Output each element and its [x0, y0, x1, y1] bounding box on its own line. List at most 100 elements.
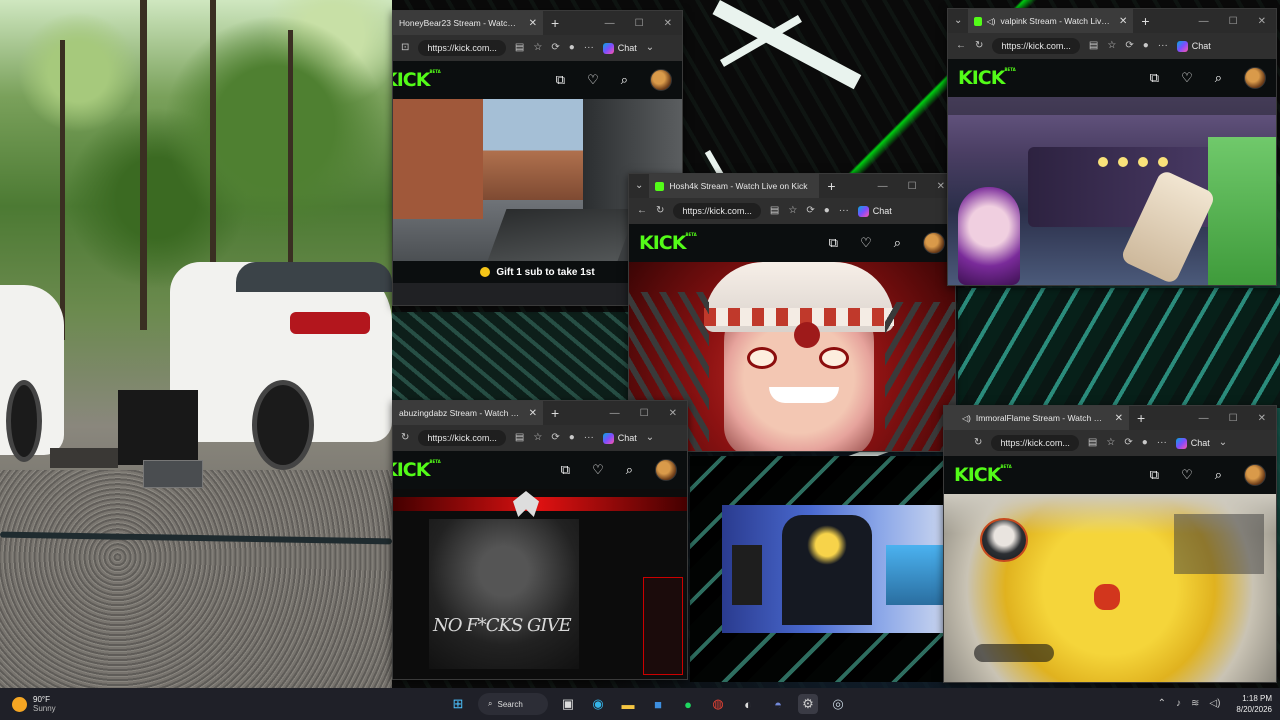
heart-icon[interactable]: ♡: [592, 462, 604, 478]
new-tab-icon[interactable]: +: [551, 405, 559, 421]
favorite-icon[interactable]: ☆: [1106, 438, 1115, 448]
maximize-icon[interactable]: ☐: [1229, 16, 1238, 27]
task-view-icon[interactable]: ▣: [558, 694, 578, 714]
new-tab-icon[interactable]: +: [827, 178, 835, 194]
chat-button[interactable]: Chat: [857, 205, 892, 217]
chevron-down-icon[interactable]: ⌄: [948, 16, 968, 26]
volume-icon[interactable]: ◁): [1209, 699, 1220, 709]
profile-icon[interactable]: ●: [824, 206, 830, 216]
heart-icon[interactable]: ♡: [587, 72, 599, 88]
minimize-icon[interactable]: —: [1199, 16, 1209, 27]
windows-start-icon[interactable]: ⊞: [448, 694, 468, 714]
favorite-icon[interactable]: ☆: [533, 43, 542, 53]
refresh-icon[interactable]: ↻: [974, 438, 982, 448]
close-tab-icon[interactable]: ✕: [529, 408, 537, 419]
maximize-icon[interactable]: ☐: [640, 408, 649, 419]
avatar[interactable]: [1244, 464, 1266, 486]
favorite-icon[interactable]: ☆: [1107, 41, 1116, 51]
heart-icon[interactable]: ♡: [1181, 467, 1193, 483]
profile-icon[interactable]: ●: [1142, 438, 1148, 448]
chat-button[interactable]: Chat: [1176, 40, 1211, 52]
refresh-icon[interactable]: ↻: [401, 433, 409, 443]
close-tab-icon[interactable]: ✕: [1115, 413, 1123, 424]
back-icon[interactable]: ←: [956, 41, 966, 51]
maximize-icon[interactable]: ☐: [908, 181, 917, 192]
browser-tab[interactable]: HoneyBear23 Stream - Watch Live on Kick …: [393, 11, 543, 35]
stream-video[interactable]: NO F*CKS GIVE: [393, 489, 687, 679]
back-icon[interactable]: ←: [637, 206, 647, 216]
obs-icon[interactable]: ◐: [738, 694, 758, 714]
more-icon[interactable]: ···: [584, 43, 594, 53]
edge-icon[interactable]: ◉: [588, 694, 608, 714]
spotify-icon[interactable]: ●: [678, 694, 698, 714]
close-window-icon[interactable]: ✕: [664, 18, 672, 29]
refresh-icon[interactable]: ↻: [975, 41, 983, 51]
close-window-icon[interactable]: ✕: [937, 181, 945, 192]
minimize-icon[interactable]: —: [1199, 413, 1209, 424]
audio-icon[interactable]: ◁): [962, 414, 971, 423]
browser-tab[interactable]: Hosh4k Stream - Watch Live on Kick: [649, 174, 820, 198]
minimize-icon[interactable]: —: [878, 181, 888, 192]
browser-tab[interactable]: ◁) valpink Stream - Watch Live on Kick ✕: [968, 9, 1134, 33]
stream-video[interactable]: [944, 494, 1276, 682]
clips-icon[interactable]: ⧉: [1150, 70, 1159, 86]
avatar[interactable]: [1244, 67, 1266, 89]
avatar[interactable]: [650, 69, 672, 91]
clips-icon[interactable]: ⧉: [556, 72, 565, 88]
profile-icon[interactable]: ●: [569, 433, 575, 443]
browser-window-valpink[interactable]: ⌄ ◁) valpink Stream - Watch Live on Kick…: [947, 8, 1277, 286]
heart-icon[interactable]: ♡: [1181, 70, 1193, 86]
reader-icon[interactable]: ▤: [515, 43, 524, 53]
extensions-icon[interactable]: ⟳: [1125, 41, 1133, 51]
stream-video[interactable]: [948, 97, 1276, 285]
url-field[interactable]: https://kick.com...: [991, 435, 1079, 451]
url-field[interactable]: https://kick.com...: [418, 430, 506, 446]
search-icon[interactable]: ⌕: [1215, 70, 1222, 86]
maximize-icon[interactable]: ☐: [635, 18, 644, 29]
chevron-up-icon[interactable]: ⌃: [1158, 699, 1166, 709]
browser-tab[interactable]: ◁) ImmoralFlame Stream - Watch Live on K…: [944, 406, 1129, 430]
kick-logo[interactable]: KICKBETA: [639, 232, 697, 254]
close-window-icon[interactable]: ✕: [1258, 413, 1266, 424]
chevron-down-icon[interactable]: ⌄: [629, 181, 649, 191]
reader-icon[interactable]: ▤: [770, 206, 779, 216]
close-window-icon[interactable]: ✕: [669, 408, 677, 419]
kick-logo[interactable]: KICKBETA: [958, 67, 1016, 89]
chevron-down-icon[interactable]: ⌄: [1219, 438, 1227, 448]
more-icon[interactable]: ···: [584, 433, 594, 443]
minimize-icon[interactable]: —: [605, 18, 615, 29]
search-icon[interactable]: ⌕: [626, 462, 633, 478]
extensions-icon[interactable]: ⟳: [1124, 438, 1132, 448]
site-info-icon[interactable]: ⊡: [401, 43, 409, 53]
clips-icon[interactable]: ⧉: [1150, 467, 1159, 483]
profile-icon[interactable]: ●: [569, 43, 575, 53]
search-icon[interactable]: ⌕: [1215, 467, 1222, 483]
new-tab-icon[interactable]: +: [1137, 410, 1145, 426]
kick-logo[interactable]: KICKBETA: [954, 464, 1012, 486]
reader-icon[interactable]: ▤: [1089, 41, 1098, 51]
chat-button[interactable]: Chat: [602, 42, 637, 54]
browser-tab[interactable]: abuzingdabz Stream - Watch Live on Kick …: [393, 401, 543, 425]
reader-icon[interactable]: ▤: [515, 433, 524, 443]
browser-window-immoralflame[interactable]: ◁) ImmoralFlame Stream - Watch Live on K…: [943, 405, 1277, 683]
more-icon[interactable]: ···: [1157, 438, 1167, 448]
browser-window-abuzingdabz[interactable]: abuzingdabz Stream - Watch Live on Kick …: [392, 400, 688, 680]
minimize-icon[interactable]: —: [610, 408, 620, 419]
microphone-icon[interactable]: ♪: [1176, 699, 1181, 709]
new-tab-icon[interactable]: +: [1141, 13, 1149, 29]
kick-logo[interactable]: KICKBETA: [393, 69, 441, 91]
audio-icon[interactable]: ◁): [987, 17, 996, 26]
search-icon[interactable]: ⌕: [894, 235, 901, 251]
more-icon[interactable]: ···: [839, 206, 849, 216]
clips-icon[interactable]: ⧉: [561, 462, 570, 478]
close-tab-icon[interactable]: ✕: [529, 18, 537, 29]
chevron-down-icon[interactable]: ⌄: [646, 43, 654, 53]
extensions-icon[interactable]: ⟳: [551, 43, 559, 53]
chevron-down-icon[interactable]: ⌄: [646, 433, 654, 443]
search-box[interactable]: ⌕ Search: [478, 693, 548, 715]
close-window-icon[interactable]: ✕: [1258, 16, 1266, 27]
wifi-icon[interactable]: ≋: [1191, 699, 1199, 709]
avatar[interactable]: [655, 459, 677, 481]
clock[interactable]: 1:18 PM 8/20/2026: [1236, 693, 1272, 715]
url-field[interactable]: https://kick.com...: [418, 40, 506, 56]
